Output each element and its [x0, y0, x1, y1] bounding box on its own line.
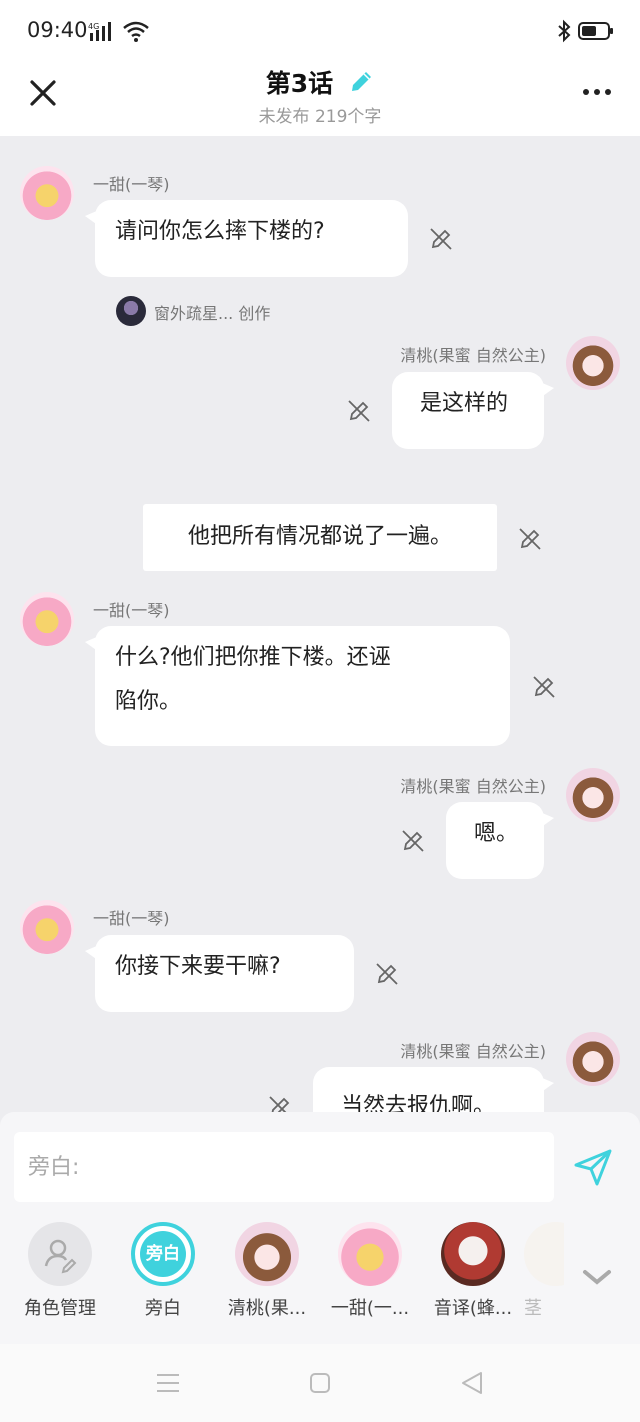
cellular-signal-icon: 4G: [88, 22, 111, 41]
wifi-icon: [123, 21, 149, 42]
message-bubble[interactable]: 请问你怎么摔下楼的?: [85, 200, 408, 277]
edit-message-icon[interactable]: [346, 398, 372, 424]
creator-text: 窗外疏星... 创作: [154, 304, 271, 323]
sender-name: 一甜(一琴): [93, 601, 170, 620]
role-label: 清桃(果...: [227, 1298, 307, 1319]
edit-title-pencil-icon[interactable]: [348, 69, 374, 95]
status-bar: 09:40 4G: [0, 0, 640, 60]
sender-name: 清桃(果蜜 自然公主): [400, 346, 546, 365]
battery-icon: [578, 22, 613, 40]
message-line: 什么?他们把你推下楼。还诬: [115, 645, 391, 670]
status-time: 09:40: [27, 18, 88, 42]
narration-input[interactable]: [14, 1132, 554, 1202]
avatar-yitian[interactable]: [20, 166, 74, 220]
sender-name: 一甜(一琴): [93, 175, 170, 194]
avatar-qingtao: [235, 1222, 299, 1286]
edit-message-icon[interactable]: [374, 961, 400, 987]
send-icon[interactable]: [573, 1147, 613, 1187]
role-label: 茎: [524, 1298, 542, 1319]
role-narration-button[interactable]: 旁白 旁白: [111, 1222, 215, 1320]
sender-name: 清桃(果蜜 自然公主): [400, 1042, 546, 1061]
chevron-down-icon[interactable]: [582, 1267, 612, 1287]
role-label: 角色管理: [24, 1298, 96, 1319]
role-manage-button[interactable]: 角色管理: [8, 1222, 112, 1320]
message-bubble[interactable]: 嗯。: [446, 802, 554, 879]
avatar-qingtao[interactable]: [566, 1032, 620, 1086]
role-label: 音译(蜂...: [433, 1298, 513, 1319]
avatar-yitian: [338, 1222, 402, 1286]
system-nav-bar: [0, 1344, 640, 1422]
edit-message-icon[interactable]: [400, 828, 426, 854]
role-label: 一甜(一...: [330, 1298, 410, 1319]
chat-area[interactable]: 一甜(一琴) 请问你怎么摔下楼的? 窗外疏星... 创作 清桃(果蜜 自然公主)…: [0, 136, 640, 1112]
edit-narration-icon[interactable]: [517, 526, 543, 552]
edit-message-icon[interactable]: [531, 674, 557, 700]
narration-block[interactable]: 他把所有情况都说了一遍。: [143, 504, 497, 571]
role-qingtao-button[interactable]: 清桃(果...: [215, 1222, 319, 1320]
menu-icon[interactable]: [156, 1372, 180, 1394]
role-yitian-button[interactable]: 一甜(一...: [318, 1222, 422, 1320]
more-options-icon[interactable]: [582, 87, 612, 97]
message-bubble[interactable]: 你接下来要干嘛?: [85, 935, 354, 1012]
message-bubble[interactable]: 什么?他们把你推下楼。还诬 陷你。: [85, 626, 510, 746]
narration-badge: 旁白: [140, 1231, 186, 1277]
svg-text:4G: 4G: [88, 22, 99, 31]
message-bubble[interactable]: 是这样的: [392, 372, 554, 449]
sender-name: 一甜(一琴): [93, 909, 170, 928]
bluetooth-icon: [558, 19, 571, 43]
back-icon[interactable]: [460, 1370, 484, 1396]
chapter-subtitle: 未发布 219个字: [258, 107, 382, 127]
narration-role-circle: 旁白: [131, 1222, 195, 1286]
title-wrap: 第3话: [0, 64, 640, 100]
avatar-qingtao[interactable]: [566, 336, 620, 390]
person-edit-icon: [44, 1239, 77, 1274]
role-manage-circle: [28, 1222, 92, 1286]
avatar-yitian[interactable]: [20, 900, 74, 954]
avatar-qingtao[interactable]: [566, 768, 620, 822]
message-line: 陷你。: [115, 689, 182, 714]
role-partial-button[interactable]: 茎: [524, 1222, 564, 1320]
edit-message-icon[interactable]: [267, 1094, 293, 1112]
avatar-partial: [524, 1222, 564, 1286]
avatar-yitian[interactable]: [20, 592, 74, 646]
top-bar: 第3话 未发布 219个字: [0, 60, 640, 136]
narration-input-box[interactable]: [14, 1132, 554, 1202]
compose-panel: 角色管理 旁白 旁白 清桃(果... 一甜(一... 音译(蜂... 茎: [0, 1112, 640, 1344]
role-yinyi-button[interactable]: 音译(蜂...: [421, 1222, 525, 1320]
chapter-title: 第3话: [265, 69, 334, 98]
edit-message-icon[interactable]: [428, 226, 454, 252]
message-bubble[interactable]: 当然去报仇啊。: [313, 1067, 554, 1112]
home-icon[interactable]: [309, 1372, 331, 1394]
creator-avatar: [116, 296, 146, 326]
role-label: 旁白: [145, 1298, 181, 1319]
sender-name: 清桃(果蜜 自然公主): [400, 777, 546, 796]
avatar-yinyi: [441, 1222, 505, 1286]
